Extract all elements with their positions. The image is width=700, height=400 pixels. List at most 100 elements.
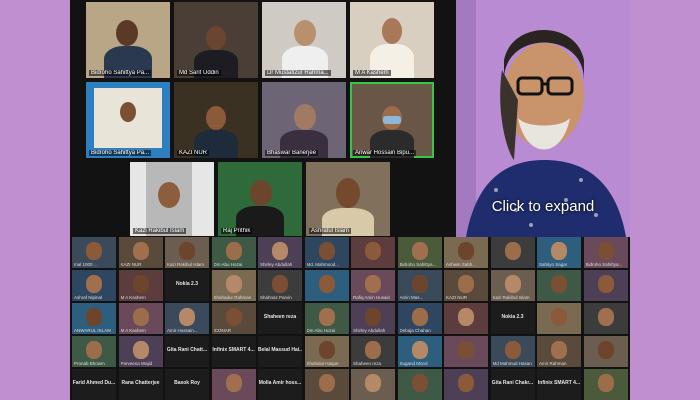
- participant-face: [458, 242, 474, 260]
- participant-face: [86, 341, 102, 359]
- participant-tile[interactable]: Ashraful Islam: [306, 162, 390, 236]
- participant-face: [597, 242, 614, 260]
- participant-thumbnail[interactable]: Infinix SMART 4...: [211, 336, 256, 367]
- participant-tile[interactable]: Bhaswar Banerjee: [262, 82, 346, 158]
- participant-thumbnail[interactable]: [304, 369, 349, 400]
- participant-thumbnail[interactable]: Rana Chatterjee: [118, 369, 163, 400]
- participant-thumbnail[interactable]: Farid Ahmed Du...: [72, 369, 116, 400]
- participant-thumbnail[interactable]: Ashwin Sabh...: [444, 237, 488, 268]
- participant-thumbnail[interactable]: Shahidul Haque: [304, 336, 349, 367]
- participant-name: Gita Rani Chatt...: [166, 347, 208, 353]
- participant-tile[interactable]: Dr Mustafizur Rahma...: [262, 2, 346, 78]
- participant-name: Dr Mustafizur Rahma...: [265, 70, 331, 76]
- participant-thumbnail[interactable]: Molla Amir hoss...: [258, 369, 302, 400]
- participant-name: Anwar Hossain Bipu...: [353, 150, 417, 156]
- participant-thumbnail[interactable]: M A Kashem: [118, 270, 163, 301]
- participant-thumbnail[interactable]: Shaheen reza: [351, 336, 395, 367]
- participant-tile[interactable]: KAZI NUR: [174, 82, 258, 158]
- participant-name: Shaheen reza: [263, 314, 297, 320]
- participant-thumbnail[interactable]: Shahnaz Parvin: [258, 270, 302, 301]
- participant-tile[interactable]: Kazi Rakibul Islam: [130, 162, 214, 236]
- participant-thumbnail[interactable]: Shirley Abdullah: [258, 237, 302, 268]
- participant-face: [551, 242, 567, 260]
- participant-thumbnail[interactable]: [304, 270, 349, 301]
- participant-thumbnail[interactable]: Nokia 2.3: [165, 270, 209, 301]
- participant-thumbnail[interactable]: Md Mahmud Hasan: [490, 336, 535, 367]
- participant-thumbnail[interactable]: Dm Abu Hozai: [304, 303, 349, 334]
- participant-thumbnail[interactable]: [537, 303, 581, 334]
- participant-face: [597, 275, 614, 293]
- participant-thumbnail[interactable]: Parveena Wajid: [118, 336, 163, 367]
- participant-face: [365, 341, 381, 359]
- participant-thumbnail[interactable]: [444, 336, 488, 367]
- participant-name: Gita Rani Chakr...: [491, 380, 534, 386]
- speaker-view[interactable]: Click to expand: [456, 0, 630, 237]
- participant-thumbnail[interactable]: [490, 237, 535, 268]
- participant-thumbnail[interactable]: Shahadur Rahman: [211, 270, 256, 301]
- participant-tile[interactable]: M A Kashem: [350, 2, 434, 78]
- participant-thumbnail[interactable]: Pronab Bhowm: [72, 336, 116, 367]
- participant-face: [411, 275, 428, 293]
- participant-face: [272, 242, 288, 260]
- participant-name: Md. Mahmood...: [306, 262, 340, 267]
- participant-face: [132, 308, 149, 326]
- participant-name: Rana Chatterjee: [121, 380, 160, 386]
- participant-name: Kazi Rakibul Islam: [167, 262, 205, 267]
- participant-face: [365, 374, 381, 392]
- participant-tile[interactable]: Raj Prithik: [218, 162, 302, 236]
- participant-thumbnail[interactable]: Debaja Chahan: [397, 303, 442, 334]
- participant-thumbnail[interactable]: [444, 369, 488, 400]
- participant-thumbnail[interactable]: Dm Abu Hozai: [211, 237, 256, 268]
- participant-thumbnail[interactable]: Bidroho Sahittya...: [583, 237, 628, 268]
- participant-thumbnail[interactable]: Infinix SMART 4...: [537, 369, 581, 400]
- participant-thumbnail[interactable]: Bidroho Sahittya...: [397, 237, 442, 268]
- participant-thumbnail[interactable]: [537, 270, 581, 301]
- participant-thumbnail[interactable]: Shirley Abdullah: [351, 303, 395, 334]
- participant-thumbnail[interactable]: [583, 303, 628, 334]
- participant-thumbnail[interactable]: Md. Mahmood...: [304, 237, 349, 268]
- participant-thumbnail[interactable]: Rafiq Amin Husain: [351, 270, 395, 301]
- participant-thumbnail[interactable]: M A Kashem: [118, 303, 163, 334]
- participant-thumbnail[interactable]: Amir Rahman: [537, 336, 581, 367]
- participant-name: Dm Abu Hozai: [213, 262, 243, 267]
- participant-thumbnail[interactable]: [583, 369, 628, 400]
- participant-thumbnail[interactable]: Gita Rani Chatt...: [165, 336, 209, 367]
- participant-thumbnail[interactable]: mal 1000 ...: [72, 237, 116, 268]
- participant-tile[interactable]: Md Sarif Uddin: [174, 2, 258, 78]
- participant-thumbnail[interactable]: [444, 303, 488, 334]
- participant-thumbnail[interactable]: Nokia 2.3: [490, 303, 535, 334]
- active-speaker-tile[interactable]: Anwar Hossain Bipu...: [350, 82, 434, 158]
- participant-thumbnail[interactable]: [397, 369, 442, 400]
- participant-thumbnail[interactable]: Basok Roy: [165, 369, 209, 400]
- participant-thumbnail[interactable]: Sahityo Sagar: [537, 237, 581, 268]
- participant-face: [597, 308, 614, 326]
- participant-thumbnail[interactable]: Amir Hossain...: [165, 303, 209, 334]
- participant-thumbnail[interactable]: KAZI NUR: [444, 270, 488, 301]
- participant-name: Shirley Abdullah: [260, 262, 293, 267]
- participant-face: [225, 308, 242, 326]
- participant-thumbnail[interactable]: [351, 237, 395, 268]
- participant-thumbnail[interactable]: Amin Mas...: [397, 270, 442, 301]
- participant-thumbnail[interactable]: [583, 270, 628, 301]
- participant-thumbnail[interactable]: [211, 369, 256, 400]
- participant-thumbnail[interactable]: KAZI NUR: [118, 237, 163, 268]
- participant-name: Md Mahmud Hasan: [492, 361, 532, 366]
- participant-face: [318, 242, 335, 260]
- participant-thumbnail[interactable]: ICONAR: [211, 303, 256, 334]
- participant-thumbnail[interactable]: Kazi Rakibul Islam: [490, 270, 535, 301]
- participant-tile[interactable]: Bidroho Sahittya Pa...: [86, 2, 170, 78]
- participant-thumbnail[interactable]: [583, 336, 628, 367]
- participant-thumbnail[interactable]: Shaheen reza: [258, 303, 302, 334]
- participant-thumbnail[interactable]: Kazi Rakibul Islam: [165, 237, 209, 268]
- participant-thumbnail[interactable]: ANWARUL ISLAM: [72, 303, 116, 334]
- participant-face: [225, 275, 242, 293]
- participant-thumbnail[interactable]: Sugand Morol: [397, 336, 442, 367]
- participant-thumbnail[interactable]: Gita Rani Chakr...: [490, 369, 535, 400]
- participant-name: Parveena Wajid: [120, 361, 153, 366]
- participant-tile[interactable]: Bidroho Sahittya Pa...: [86, 82, 170, 158]
- participant-thumbnail[interactable]: [351, 369, 395, 400]
- participant-thumbnail[interactable]: Belal Massud Hai...: [258, 336, 302, 367]
- participant-name: Basok Roy: [174, 380, 200, 386]
- participant-thumbnail[interactable]: Ashraf Nipinal: [72, 270, 116, 301]
- participant-name: KAZI NUR: [177, 150, 210, 156]
